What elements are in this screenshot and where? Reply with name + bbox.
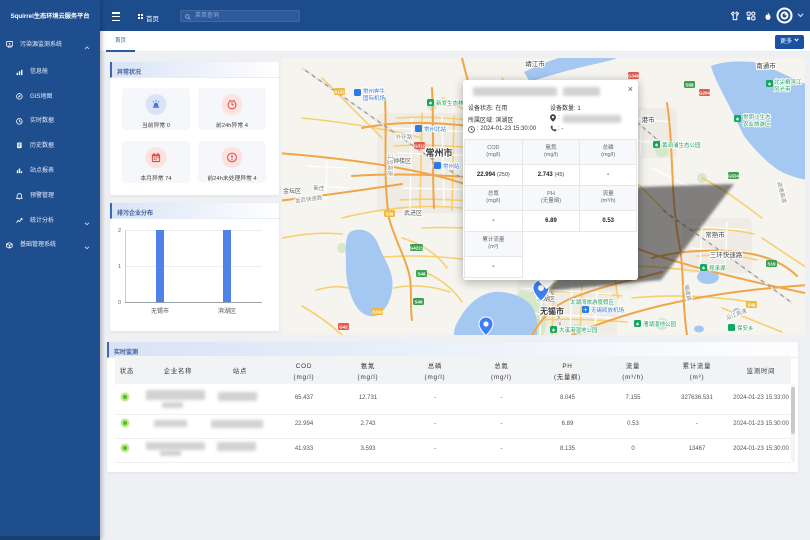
svg-text:昆承湖: 昆承湖 [709,264,726,272]
svg-text:S48: S48 [747,303,756,308]
svg-text:新发生态林: 新发生态林 [436,99,464,107]
svg-text:钟楼区: 钟楼区 [393,157,411,165]
svg-text:常州站: 常州站 [443,162,460,170]
svg-text:S19: S19 [767,262,776,267]
svg-text:三环快速路: 三环快速路 [710,250,743,259]
svg-text:G4221: G4221 [410,246,424,251]
svg-text:风光带: 风光带 [774,85,791,93]
svg-text:无锡市: 无锡市 [539,306,564,316]
svg-text:港市: 港市 [642,115,656,124]
svg-text:国际机场: 国际机场 [363,94,386,102]
svg-text:常州北站: 常州北站 [424,125,447,133]
svg-text:⛁: ⛁ [429,164,433,170]
svg-text:G346: G346 [628,74,640,79]
svg-text:农业旅游区: 农业旅游区 [743,120,771,128]
svg-text:漕湖湿地公园: 漕湖湿地公园 [643,320,677,328]
svg-text:S342: S342 [372,310,383,315]
svg-text:江宜高速: 江宜高速 [386,154,394,177]
svg-text:S49: S49 [414,300,423,305]
svg-text:新庄: 新庄 [313,184,325,192]
svg-text:常熟市: 常熟市 [705,230,725,239]
svg-text:靖江市: 靖江市 [525,59,545,68]
svg-text:大溪港湿地公园: 大溪港湿地公园 [559,326,598,334]
svg-text:常州奔牛: 常州奔牛 [363,87,386,95]
svg-text:S58: S58 [685,83,694,88]
svg-text:G312: G312 [414,144,426,149]
svg-text:G524: G524 [728,174,740,179]
svg-text:黄泗浦生态公园: 黄泗浦生态公园 [662,141,701,149]
svg-text:S39: S39 [385,212,394,217]
svg-text:太湖湾旅游度假区: 太湖湾旅游度假区 [570,298,615,306]
svg-text:G42: G42 [339,325,348,330]
svg-text:外环路: 外环路 [396,133,413,141]
svg-text:保安乡: 保安乡 [737,324,754,332]
svg-text:常阴沙生态: 常阴沙生态 [743,113,771,121]
svg-text:金坛区: 金坛区 [283,187,301,195]
svg-text:✈: ✈ [583,308,587,314]
svg-text:无锡硕放机场: 无锡硕放机场 [591,306,625,314]
svg-text:S48: S48 [417,272,426,277]
svg-text:北尖粮滨江: 北尖粮滨江 [774,78,802,86]
svg-text:疏港高速: 疏港高速 [775,181,789,205]
svg-text:⛁: ⛁ [410,127,414,133]
svg-text:武进区: 武进区 [404,209,422,217]
svg-text:常州市: 常州市 [425,147,452,158]
svg-text:G204: G204 [699,91,711,96]
svg-text:✈: ✈ [345,90,349,96]
svg-text:S122: S122 [334,90,345,95]
svg-text:南通市: 南通市 [756,61,776,70]
